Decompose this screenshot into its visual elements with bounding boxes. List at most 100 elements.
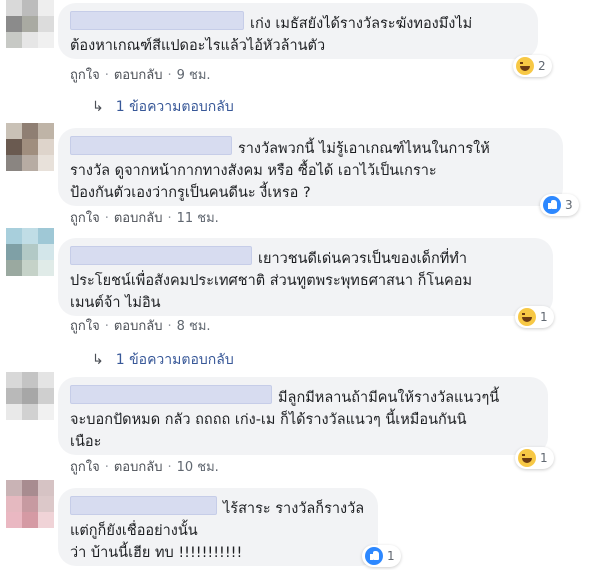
reaction-summary[interactable]: 3: [540, 194, 579, 216]
author-name-blurred[interactable]: [70, 496, 217, 515]
reaction-summary[interactable]: 1: [362, 545, 401, 567]
reply-arrow-icon: ↳: [92, 99, 104, 115]
author-name-blurred[interactable]: [70, 11, 244, 30]
reaction-summary[interactable]: 2: [513, 55, 552, 77]
comment-text: มีลูกมีหลานถ้ามีคนให้รางวัลแนวๆนี้: [278, 390, 500, 406]
comment-actions: ถูกใจ · ตอบกลับ · 9 ชม.: [70, 68, 211, 84]
avatar-pixel: [6, 228, 22, 244]
avatar-pixel: [38, 123, 54, 139]
comment-text: เก่ง เมธัสยังได้รางวัลระฆังทองมึงไม่: [250, 16, 473, 32]
like-icon: [543, 196, 561, 214]
avatar-pixel: [38, 512, 54, 528]
avatar-pixel: [38, 139, 54, 155]
comment-time[interactable]: 9 ชม.: [177, 68, 211, 83]
avatar-pixel: [38, 16, 54, 32]
avatar[interactable]: [6, 123, 54, 171]
avatar-pixel: [6, 512, 22, 528]
avatar[interactable]: [6, 0, 54, 48]
avatar-pixel: [22, 228, 38, 244]
avatar-pixel: [22, 244, 38, 260]
replies-count: 1 ข้อความตอบกลับ: [115, 99, 234, 115]
like-link[interactable]: ถูกใจ: [70, 319, 100, 334]
avatar-pixel: [6, 260, 22, 276]
avatar[interactable]: [6, 372, 54, 420]
like-link[interactable]: ถูกใจ: [70, 211, 100, 226]
reaction-summary[interactable]: 1: [515, 306, 554, 328]
avatar-pixel: [6, 388, 22, 404]
reply-link[interactable]: ตอบกลับ: [114, 319, 163, 334]
reply-link[interactable]: ตอบกลับ: [114, 68, 163, 83]
reaction-count: 2: [538, 59, 546, 73]
comment-text: ต้องหาเกณฑ์สีแปดอะไรแล้วไอ้หัวล้านตัว: [70, 38, 326, 54]
haha-icon: [518, 308, 536, 326]
avatar-pixel: [22, 372, 38, 388]
comment-line: มีลูกมีหลานถ้ามีคนให้รางวัลแนวๆนี้: [70, 385, 536, 409]
avatar-pixel: [22, 260, 38, 276]
comment-text: เยาวชนดีเด่นควรเป็นของเด็กที่ทำ: [258, 251, 468, 267]
like-icon: [365, 547, 383, 565]
comment-actions: ถูกใจ · ตอบกลับ · 11 ชม.: [70, 211, 219, 227]
avatar[interactable]: [6, 480, 54, 528]
author-name-blurred[interactable]: [70, 246, 252, 265]
avatar-pixel: [38, 244, 54, 260]
reaction-summary[interactable]: 1: [515, 447, 554, 469]
reaction-count: 1: [540, 451, 548, 465]
comment-time[interactable]: 11 ชม.: [177, 211, 219, 226]
avatar-pixel: [6, 244, 22, 260]
avatar-pixel: [6, 155, 22, 171]
comment-text: ไร้สาระ รางวัลก็รางวัล: [223, 501, 365, 517]
separator: ·: [104, 211, 109, 226]
comment-actions: ถูกใจ · ตอบกลับ · 10 ชม.: [70, 460, 219, 476]
like-link[interactable]: ถูกใจ: [70, 460, 100, 475]
avatar-pixel: [38, 496, 54, 512]
avatar[interactable]: [6, 228, 54, 276]
avatar-pixel: [6, 139, 22, 155]
comment-bubble: ไร้สาระ รางวัลก็รางวัล แต่กูก็ยังเชื่ออย…: [58, 488, 378, 566]
reaction-count: 1: [387, 549, 395, 563]
comment-line: ไร้สาระ รางวัลก็รางวัล: [70, 496, 366, 520]
comment-text: เมนต์จ้า ไม่อิน: [70, 295, 161, 311]
comment-text: รางวัล ดูจากหน้ากากทางสังคม หรือ ซื้อได้…: [70, 163, 437, 179]
comment-line: เก่ง เมธัสยังได้รางวัลระฆังทองมึงไม่: [70, 11, 526, 35]
separator: ·: [167, 68, 172, 83]
avatar-pixel: [6, 32, 22, 48]
reply-link[interactable]: ตอบกลับ: [114, 460, 163, 475]
avatar-pixel: [38, 388, 54, 404]
view-replies-link[interactable]: ↳ 1 ข้อความตอบกลับ: [92, 96, 234, 118]
comment-actions: ถูกใจ · ตอบกลับ · 8 ชม.: [70, 319, 211, 335]
like-link[interactable]: ถูกใจ: [70, 68, 100, 83]
comment-line: รางวัลพวกนี้ ไม่รู้เอาเกณฑ์ไหนในการให้: [70, 136, 551, 160]
view-replies-link[interactable]: ↳ 1 ข้อความตอบกลับ: [92, 349, 234, 371]
comment-time[interactable]: 10 ชม.: [177, 460, 219, 475]
avatar-pixel: [6, 16, 22, 32]
avatar-pixel: [22, 123, 38, 139]
comment-text: ป้องกันตัวเองว่ากรูเป็นคนดีนะ งี้เหรอ ?: [70, 185, 311, 201]
author-name-blurred[interactable]: [70, 385, 272, 404]
comment-text: เนือะ: [70, 434, 102, 450]
comment-text: ว่า บ้านนี้เฮีย ทบ !!!!!!!!!!!: [70, 545, 243, 561]
comment-text: จะบอกปัดหมด กลัว ถถถถ เก่ง-เม ก็ได้รางวั…: [70, 412, 467, 428]
replies-count: 1 ข้อความตอบกลับ: [115, 352, 234, 368]
reply-arrow-icon: ↳: [92, 352, 104, 368]
comment-bubble: เยาวชนดีเด่นควรเป็นของเด็กที่ทำ ประโยชน์…: [58, 238, 553, 316]
avatar-pixel: [38, 228, 54, 244]
avatar-pixel: [22, 139, 38, 155]
avatar-pixel: [22, 496, 38, 512]
reply-link[interactable]: ตอบกลับ: [114, 211, 163, 226]
avatar-pixel: [6, 480, 22, 496]
avatar-pixel: [38, 372, 54, 388]
avatar-pixel: [22, 155, 38, 171]
reaction-count: 1: [540, 310, 548, 324]
avatar-pixel: [22, 388, 38, 404]
avatar-pixel: [22, 512, 38, 528]
comment-time[interactable]: 8 ชม.: [177, 319, 211, 334]
comment-text: ประโยชน์เพื่อสังคมประเทศชาติ ส่วนทูตพระพ…: [70, 273, 473, 289]
reaction-count: 3: [565, 198, 573, 212]
avatar-pixel: [38, 0, 54, 16]
avatar-pixel: [6, 404, 22, 420]
avatar-pixel: [38, 155, 54, 171]
avatar-pixel: [6, 123, 22, 139]
separator: ·: [104, 460, 109, 475]
author-name-blurred[interactable]: [70, 136, 232, 155]
comment-bubble: เก่ง เมธัสยังได้รางวัลระฆังทองมึงไม่ ต้อ…: [58, 3, 538, 59]
